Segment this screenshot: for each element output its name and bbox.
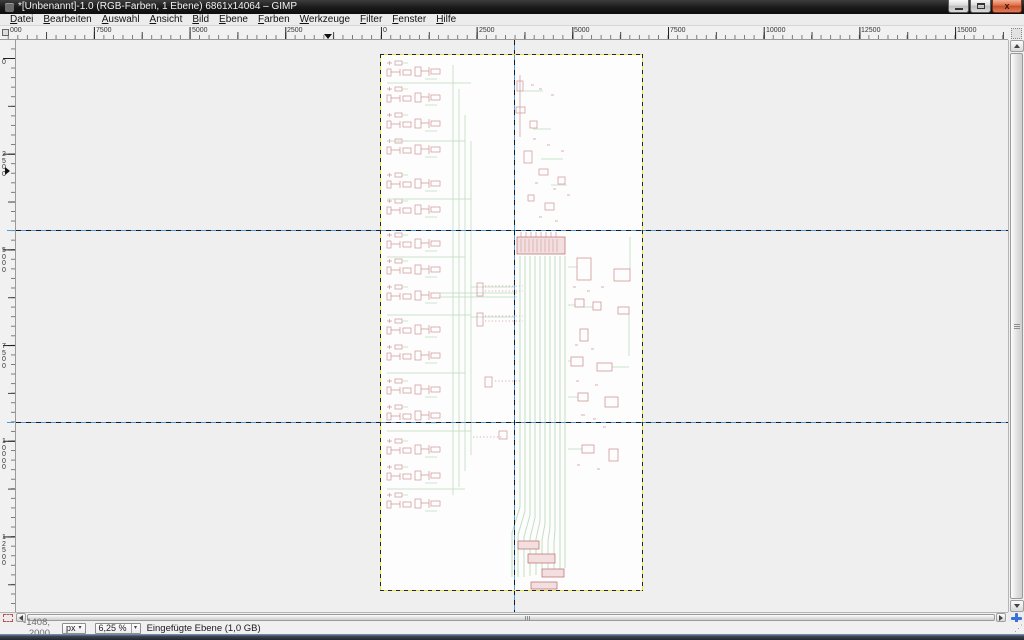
scroll-right-button[interactable] — [996, 613, 1006, 622]
navigation-button[interactable] — [1008, 612, 1024, 622]
arrow-down-icon — [1014, 604, 1020, 608]
horizontal-scrollbar[interactable] — [16, 612, 1008, 622]
ruler-label: 15000 — [957, 27, 976, 34]
unit-dropdown[interactable]: px ▾ — [62, 623, 86, 634]
horizontal-guide[interactable] — [16, 422, 1008, 423]
window-bottom-border — [0, 634, 1024, 640]
ruler-label: 5000 — [574, 27, 590, 34]
menu-werkzeuge[interactable]: Werkzeuge — [295, 14, 355, 26]
vertical-guide[interactable] — [514, 40, 515, 612]
ruler-label: 12500 — [861, 27, 880, 34]
menu-bild[interactable]: Bild — [187, 14, 214, 26]
zoom-follow-window-icon[interactable] — [1011, 28, 1022, 39]
menu-hilfe[interactable]: Hilfe — [431, 14, 461, 26]
zoom-value: 6,25 % — [99, 623, 127, 633]
chevron-down-icon: ▾ — [134, 624, 137, 633]
window-title: *[Unbenannt]-1.0 (RGB-Farben, 1 Ebene) 6… — [18, 0, 297, 14]
vertical-ruler[interactable]: 0 2500 5000 7500 10000 12500 — [0, 40, 16, 612]
layer-boundary-right — [642, 54, 643, 591]
scroll-up-button[interactable] — [1010, 40, 1024, 52]
status-bar: -1408, 2000 px ▾ 6,25 % ▾ Eingefügte Ebe… — [0, 622, 1024, 634]
ruler-label: 10000 — [766, 27, 785, 34]
menu-filter[interactable]: Filter — [355, 14, 387, 26]
ruler-origin-icon — [2, 29, 9, 36]
arrow-up-icon — [1014, 44, 1020, 48]
menu-farben[interactable]: Farben — [253, 14, 295, 26]
close-icon: x — [1004, 2, 1009, 11]
canvas-area[interactable] — [16, 40, 1008, 612]
vertical-scroll-thumb[interactable] — [1010, 53, 1023, 599]
ruler-label: 7500 — [670, 27, 686, 34]
minimize-button[interactable] — [948, 0, 969, 13]
ruler-label: 0 — [383, 27, 387, 34]
gimp-app-icon — [5, 3, 14, 12]
layer-boundary-left — [380, 54, 381, 591]
ruler-label: 0 — [2, 60, 9, 67]
layer-boundary-bottom — [380, 590, 643, 591]
ruler-label: 7500 — [2, 344, 9, 370]
close-button[interactable]: x — [992, 0, 1022, 13]
arrow-right-icon — [999, 615, 1003, 621]
unit-value: px — [66, 623, 76, 633]
guide-mark-icon — [7, 230, 14, 231]
layer-boundary-top — [380, 54, 643, 55]
menu-auswahl[interactable]: Auswahl — [97, 14, 145, 26]
restore-icon — [977, 3, 985, 9]
ruler-label: 10000 — [2, 439, 9, 472]
title-bar[interactable]: *[Unbenannt]-1.0 (RGB-Farben, 1 Ebene) 6… — [0, 0, 1024, 14]
ruler-label: 12500 — [2, 535, 9, 568]
horizontal-guide[interactable] — [16, 230, 1008, 231]
gimp-window: *[Unbenannt]-1.0 (RGB-Farben, 1 Ebene) 6… — [0, 0, 1024, 640]
ruler-label: 000 — [10, 27, 22, 34]
minimize-icon — [955, 8, 963, 10]
ruler-label: 7500 — [96, 27, 112, 34]
ruler-label: 5000 — [2, 248, 9, 274]
menu-fenster[interactable]: Fenster — [387, 14, 431, 26]
restore-button[interactable] — [970, 0, 991, 13]
menu-bar: Datei Bearbeiten Auswahl Ansicht Bild Eb… — [0, 14, 1024, 26]
ruler-label: 2500 — [287, 27, 303, 34]
status-message: Eingefügte Ebene (1,0 GB) — [147, 623, 261, 634]
pointer-position-marker-icon — [324, 34, 332, 39]
menu-datei[interactable]: Datei — [5, 14, 38, 26]
chevron-down-icon: ▾ — [79, 624, 82, 633]
horizontal-ruler[interactable]: 000 7500 5000 2500 0 2500 5000 7500 1000… — [0, 26, 1008, 40]
vertical-scrollbar[interactable] — [1008, 40, 1024, 612]
guide-mark-icon — [7, 422, 14, 423]
menu-ebene[interactable]: Ebene — [214, 14, 253, 26]
horizontal-scroll-thumb[interactable] — [27, 614, 995, 621]
schematic-drawing — [381, 55, 642, 590]
scroll-down-button[interactable] — [1010, 600, 1024, 612]
menu-ansicht[interactable]: Ansicht — [145, 14, 188, 26]
ruler-label: 2500 — [479, 27, 495, 34]
resize-grip-icon[interactable]: ⋰ — [1014, 623, 1022, 634]
ruler-label: 5000 — [192, 27, 208, 34]
chevron-down-cell[interactable]: ▾ — [131, 624, 140, 633]
zoom-dropdown[interactable]: 6,25 % ▾ — [95, 623, 141, 634]
menu-bearbeiten[interactable]: Bearbeiten — [38, 14, 96, 26]
pointer-position-marker-icon — [5, 167, 10, 175]
